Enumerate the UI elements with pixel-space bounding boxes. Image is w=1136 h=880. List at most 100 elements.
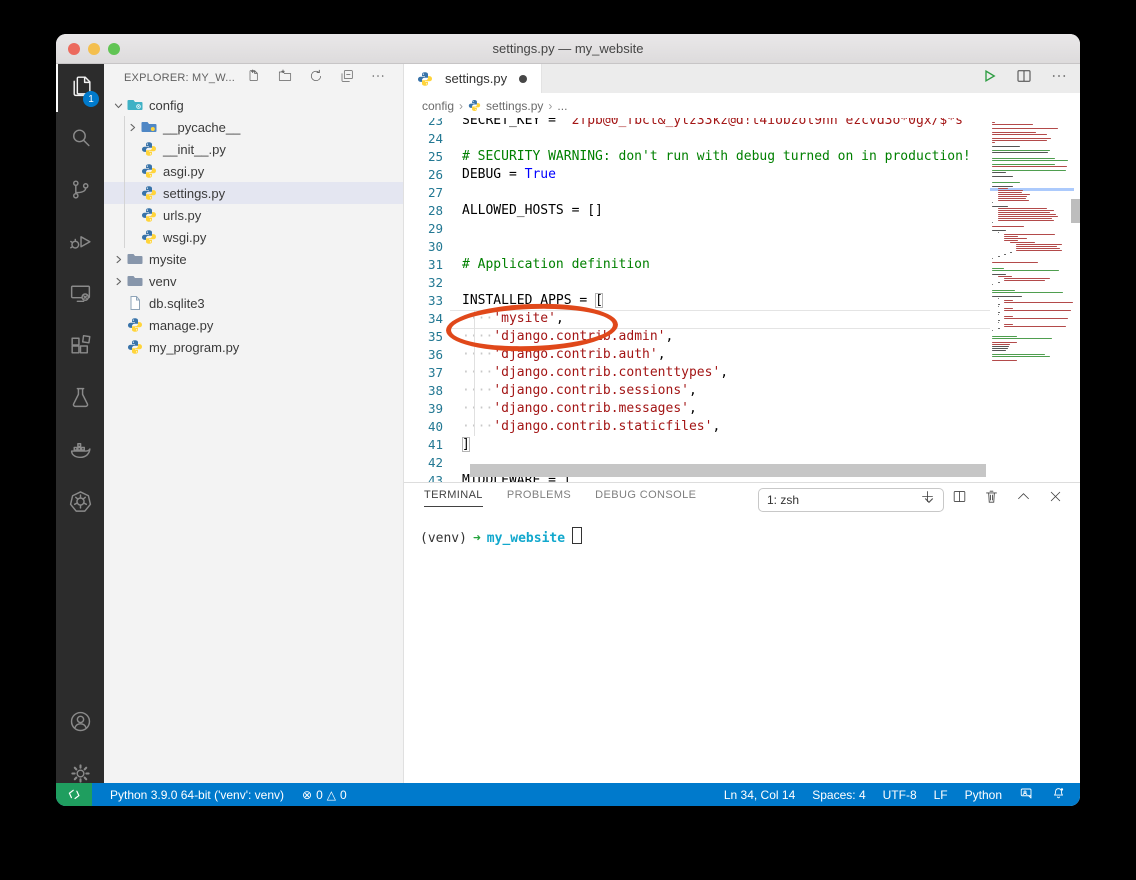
minimap[interactable] xyxy=(990,118,1072,482)
split-terminal-button[interactable] xyxy=(951,488,968,510)
breadcrumb-item[interactable]: ... xyxy=(557,99,567,113)
minimap-line xyxy=(998,256,1000,257)
terminal-output[interactable]: (venv)➜my_website xyxy=(420,527,582,547)
chevron-closed-icon[interactable] xyxy=(124,119,140,135)
tree-item--pycache-[interactable]: __pycache__ xyxy=(104,116,403,138)
activity-search[interactable] xyxy=(56,116,104,164)
maximize-panel-button[interactable] xyxy=(1015,488,1032,510)
minimap-line xyxy=(1004,318,1068,319)
remote-indicator[interactable] xyxy=(56,783,92,806)
tree-item-my-program-py[interactable]: my_program.py xyxy=(104,336,403,358)
cursor-position-status[interactable]: Ln 34, Col 14 xyxy=(724,788,795,802)
tree-item-mysite[interactable]: mysite xyxy=(104,248,403,270)
activity-explorer[interactable]: 1 xyxy=(56,64,104,112)
breadcrumb-item[interactable]: config xyxy=(422,99,454,113)
new-file-button[interactable] xyxy=(243,67,265,89)
new-terminal-button[interactable] xyxy=(919,488,936,510)
more-actions-button[interactable] xyxy=(367,67,389,89)
terminal-cursor xyxy=(572,527,582,544)
terminal-shell-select[interactable]: 1: zsh xyxy=(758,488,944,512)
code-line-35[interactable]: 35····'django.contrib.admin', xyxy=(404,328,990,346)
modified-dot-icon[interactable] xyxy=(519,75,527,83)
refresh-button[interactable] xyxy=(305,67,327,89)
activity-kubernetes[interactable] xyxy=(56,480,104,528)
error-icon: ⊗ xyxy=(302,788,312,802)
tab-settings-py[interactable]: settings.py xyxy=(404,64,542,93)
new-file-icon xyxy=(246,68,262,89)
code-line-25[interactable]: 25# SECURITY WARNING: don't run with deb… xyxy=(404,148,990,166)
shell-select-value: 1: zsh xyxy=(767,493,923,507)
activity-run-debug[interactable] xyxy=(56,220,104,268)
tree-item-wsgi-py[interactable]: wsgi.py xyxy=(104,226,403,248)
editor-actions xyxy=(980,64,1068,93)
tree-item-asgi-py[interactable]: asgi.py xyxy=(104,160,403,182)
breadcrumb-item[interactable]: settings.py xyxy=(486,99,543,113)
code-line-39[interactable]: 39····'django.contrib.messages', xyxy=(404,400,990,418)
activity-docker[interactable] xyxy=(56,428,104,476)
language-mode-status[interactable]: Python xyxy=(965,788,1002,802)
code-editor[interactable]: 23SECRET_KEY = '2fpb@0_fbct&_ylz33kz@d!t… xyxy=(404,118,1080,482)
more-editor-actions-button[interactable] xyxy=(1050,67,1068,90)
feedback-icon[interactable] xyxy=(1019,786,1034,804)
run-python-file-button[interactable] xyxy=(980,67,998,90)
activity-source-control[interactable] xyxy=(56,168,104,216)
notifications-bell-icon[interactable] xyxy=(1051,786,1066,804)
tree-item-label: db.sqlite3 xyxy=(149,296,205,311)
code-line-40[interactable]: 40····'django.contrib.staticfiles', xyxy=(404,418,990,436)
code-line-26[interactable]: 26DEBUG = True xyxy=(404,166,990,184)
chevron-up-icon xyxy=(1015,492,1032,509)
split-editor-button[interactable] xyxy=(1015,67,1033,90)
chevron-open-icon[interactable] xyxy=(110,97,126,113)
line-number: 30 xyxy=(404,238,462,256)
code-line-29[interactable]: 29 xyxy=(404,220,990,238)
tree-item-venv[interactable]: venv xyxy=(104,270,403,292)
chevron-closed-icon[interactable] xyxy=(110,251,126,267)
code-line-24[interactable]: 24 xyxy=(404,130,990,148)
window-title: settings.py — my_website xyxy=(56,41,1080,56)
chevron-closed-icon[interactable] xyxy=(110,273,126,289)
code-line-23[interactable]: 23SECRET_KEY = '2fpb@0_fbct&_ylz33kz@d!t… xyxy=(404,118,990,130)
code-line-33[interactable]: 33INSTALLED_APPS = [ xyxy=(404,292,990,310)
new-folder-button[interactable] xyxy=(274,67,296,89)
python-interpreter-status[interactable]: Python 3.9.0 64-bit ('venv': venv) xyxy=(110,788,284,802)
code-line-34[interactable]: 34····'mysite', xyxy=(404,310,990,328)
tree-item-urls-py[interactable]: urls.py xyxy=(104,204,403,226)
code-line-27[interactable]: 27 xyxy=(404,184,990,202)
chevron-spacer xyxy=(110,295,126,311)
code-line-41[interactable]: 41] xyxy=(404,436,990,454)
code-line-32[interactable]: 32 xyxy=(404,274,990,292)
close-panel-button[interactable] xyxy=(1047,488,1064,510)
tree-item-config[interactable]: config xyxy=(104,94,403,116)
code-line-30[interactable]: 30 xyxy=(404,238,990,256)
tree-item--init-py[interactable]: __init__.py xyxy=(104,138,403,160)
activity-remote-explorer[interactable] xyxy=(56,272,104,320)
activity-extensions[interactable] xyxy=(56,324,104,372)
panel-tab-terminal[interactable]: TERMINAL xyxy=(424,489,483,507)
panel-tab-debug-console[interactable]: DEBUG CONSOLE xyxy=(595,489,696,507)
tree-item-db-sqlite3[interactable]: db.sqlite3 xyxy=(104,292,403,314)
tree-item-settings-py[interactable]: settings.py xyxy=(104,182,403,204)
problems-status[interactable]: ⊗ 0 △ 0 xyxy=(302,788,347,802)
eol-status[interactable]: LF xyxy=(934,788,948,802)
code-line-37[interactable]: 37····'django.contrib.contenttypes', xyxy=(404,364,990,382)
code-line-38[interactable]: 38····'django.contrib.sessions', xyxy=(404,382,990,400)
code-line-36[interactable]: 36····'django.contrib.auth', xyxy=(404,346,990,364)
tree-item-manage-py[interactable]: manage.py xyxy=(104,314,403,336)
minimap-line xyxy=(998,220,1054,221)
panel-tab-problems[interactable]: PROBLEMS xyxy=(507,489,571,507)
collapse-folders-button[interactable] xyxy=(336,67,358,89)
horizontal-scrollbar[interactable] xyxy=(470,464,986,477)
chevron-spacer xyxy=(124,207,140,223)
code-line-31[interactable]: 31# Application definition xyxy=(404,256,990,274)
encoding-status[interactable]: UTF-8 xyxy=(883,788,917,802)
kill-terminal-button[interactable] xyxy=(983,488,1000,510)
activity-accounts[interactable] xyxy=(56,700,104,748)
editor-indent-guide xyxy=(474,310,475,436)
indentation-status[interactable]: Spaces: 4 xyxy=(812,788,865,802)
code-line-28[interactable]: 28ALLOWED_HOSTS = [] xyxy=(404,202,990,220)
minimap-line xyxy=(1004,326,1066,327)
explorer-header: EXPLORER: MY_W... xyxy=(104,64,403,94)
activity-testing[interactable] xyxy=(56,376,104,424)
title-bar[interactable]: settings.py — my_website xyxy=(56,34,1080,64)
vertical-scrollbar[interactable] xyxy=(1071,199,1080,223)
